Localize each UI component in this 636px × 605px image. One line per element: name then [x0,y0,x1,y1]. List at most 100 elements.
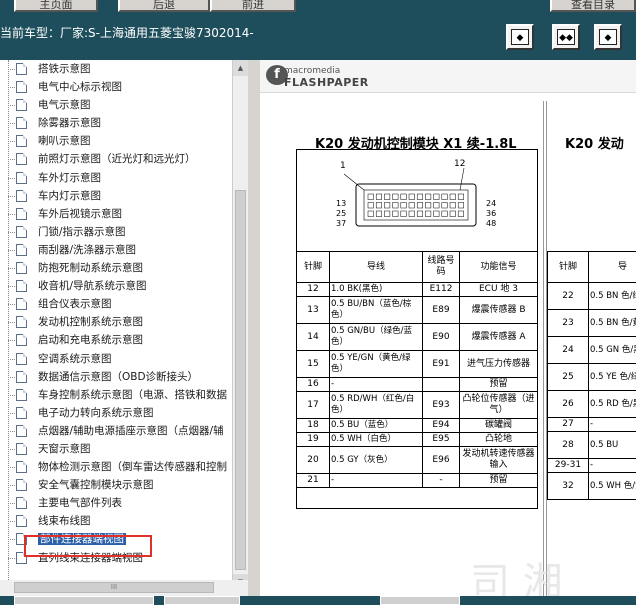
circuit-cell: E90 [422,323,460,351]
pin-cell: 21 [296,473,330,488]
scroll-up-icon[interactable]: ▲ [233,60,248,76]
col-wire: 导线 [329,251,423,283]
connector-pin [408,193,415,200]
tree-item[interactable]: 前照灯示意图（近光灯和远光灯） [0,150,232,168]
connector-pin [416,202,423,209]
document-icon [16,515,27,528]
wire-cell: 0.5 GN/BU（绿色/蓝色） [329,323,423,351]
wire-cell: 0.5 BN 色/黄 [588,309,636,337]
pin-cell: 29-31 [547,458,589,473]
tree-item[interactable]: 线束布线图 [0,512,232,530]
col-wire-right: 导 [588,251,636,283]
catalog-tree: 搭铁示意图 电气中心标示视图 电气示意图 除雾器示意图 喇叭示意图前照灯示意图（近光灯和… [0,60,232,590]
connector-pin [457,210,464,217]
circuit-cell: E91 [422,350,460,378]
tree-item[interactable]: 启动和充电系统示意图 [0,331,232,349]
document-page-left: K20 发动机控制模块 X1 续-1.8L 1 12 13 25 37 24 3… [260,101,544,596]
connector-pin [457,193,464,200]
pin-cell: 24 [547,336,589,364]
tree-item[interactable]: 主要电气部件列表 [0,494,232,512]
tree-item[interactable]: 收音机/导航系统示意图 [0,277,232,295]
home-button[interactable]: 主页面 [14,0,98,12]
document-viewer: f macromedia FLASHPAPER K20 发动机控制模块 X1 续… [260,60,636,596]
fit-width-button[interactable]: ◆◆ [552,24,580,50]
tree-item[interactable]: 点烟器/辅助电源插座示意图（点烟器/辅 [0,422,232,440]
connector-pin [449,202,456,209]
tree-item-label: 空调系统示意图 [38,352,112,365]
pin-leader-1 [343,173,365,191]
tree-item-label: 车外灯示意图 [38,171,101,184]
connector-pin [375,202,382,209]
tree-item[interactable]: 组合仪表示意图 [0,295,232,313]
wire-cell: 0.5 BU/BN（蓝色/棕色） [329,296,423,324]
pane-splitter[interactable] [248,60,260,596]
scroll-thumb[interactable] [235,190,246,570]
tree-item[interactable]: 发动机控制系统示意图 [0,313,232,331]
table-row: 17 0.5 RD/WH（红色/白色） E93 凸轮位传感器（进气） [296,391,538,419]
tree-vertical-scrollbar[interactable]: ▲ ▼ [232,60,248,590]
table-row: 19 0.5 WH（白色） E95 凸轮地 [296,432,538,447]
pin-label-13: 13 [336,199,346,208]
document-icon [16,243,27,256]
table-row: 15 0.5 YE/GN（黄色/绿色） E91 进气压力传感器 [296,350,538,378]
status-tab-3[interactable] [380,596,460,605]
tree-item[interactable]: 物体检测示意图（倒车雷达传感器和控制 [0,458,232,476]
forward-button[interactable]: 前进 [210,0,296,12]
pin-label-12: 12 [454,159,465,169]
tree-item-label: 安全气囊控制模块示意图 [38,479,154,492]
tree-item-label: 车身控制系统示意图（电源、搭铁和数据 [38,388,227,401]
back-button[interactable]: 后退 [118,0,210,12]
connector-pin [416,193,423,200]
tree-horizontal-scrollbar[interactable]: III [0,580,248,596]
tree-item[interactable]: 喇叭示意图 [0,132,232,150]
document-icon [16,406,27,419]
col-pin-right: 针脚 [547,251,589,283]
tree-item[interactable]: 电气中心标示视图 [0,78,232,96]
status-tab-2[interactable] [164,596,240,605]
function-cell: 爆震传感器 A [459,323,538,351]
single-page-button[interactable]: ◆ [506,24,534,50]
tree-item[interactable]: 数据通信示意图（OBD诊断接头） [0,368,232,386]
connector-pin [408,210,415,217]
tree-item[interactable]: 搭铁示意图 [0,60,232,78]
document-icon [16,171,27,184]
wire-cell: 0.5 BU（蓝色） [329,418,423,433]
tree-item[interactable]: 空调系统示意图 [0,350,232,368]
tree-item[interactable]: 车外灯示意图 [0,169,232,187]
tree-item[interactable]: 电气示意图 [0,96,232,114]
tree-item[interactable]: 车内灯示意图 [0,187,232,205]
tree-item-label: 前照灯示意图（近光灯和远光灯） [38,153,196,166]
catalog-button[interactable]: 查看目录 [550,0,636,12]
wire-cell: 0.5 RD/WH（红色/白色） [329,391,423,419]
table-row: 260.5 RD 色/黑 [547,390,636,418]
hscroll-thumb[interactable]: III [14,582,214,593]
document-icon [16,298,27,311]
wire-cell: 1.0 BK(黑色) [329,282,423,297]
status-bar [0,596,636,605]
status-tab-1[interactable] [14,596,154,605]
document-icon [16,280,27,293]
connector-pin [408,202,415,209]
document-icon [16,316,27,329]
fit-page-icon: ◆ [599,29,617,45]
circuit-cell: E93 [422,391,460,419]
connector-pin [400,193,407,200]
pin-label-36: 36 [486,209,496,218]
tree-item[interactable]: 除雾器示意图 [0,114,232,132]
tree-item[interactable]: 安全气囊控制模块示意图 [0,476,232,494]
connector-pin [392,202,399,209]
tree-item[interactable]: 雨刮器/洗涤器示意图 [0,241,232,259]
tree-item[interactable]: 电子动力转向系统示意图 [0,404,232,422]
tree-item[interactable]: 车外后视镜示意图 [0,205,232,223]
wire-cell: 0.5 BU [588,431,636,459]
circuit-cell: E95 [422,432,460,447]
tree-item[interactable]: 门锁/指示器示意图 [0,223,232,241]
fit-page-button[interactable]: ◆ [594,24,622,50]
tree-item[interactable]: 车身控制系统示意图（电源、搭铁和数据 [0,386,232,404]
connector-pin [384,202,391,209]
document-icon [16,370,27,383]
tree-item[interactable]: 天窗示意图 [0,440,232,458]
current-car-model: 当前车型：厂家:S-上海通用五菱宝骏7302014- [0,26,254,40]
tree-item-label: 组合仪表示意图 [38,298,112,311]
tree-item[interactable]: 防抱死制动系统示意图 [0,259,232,277]
